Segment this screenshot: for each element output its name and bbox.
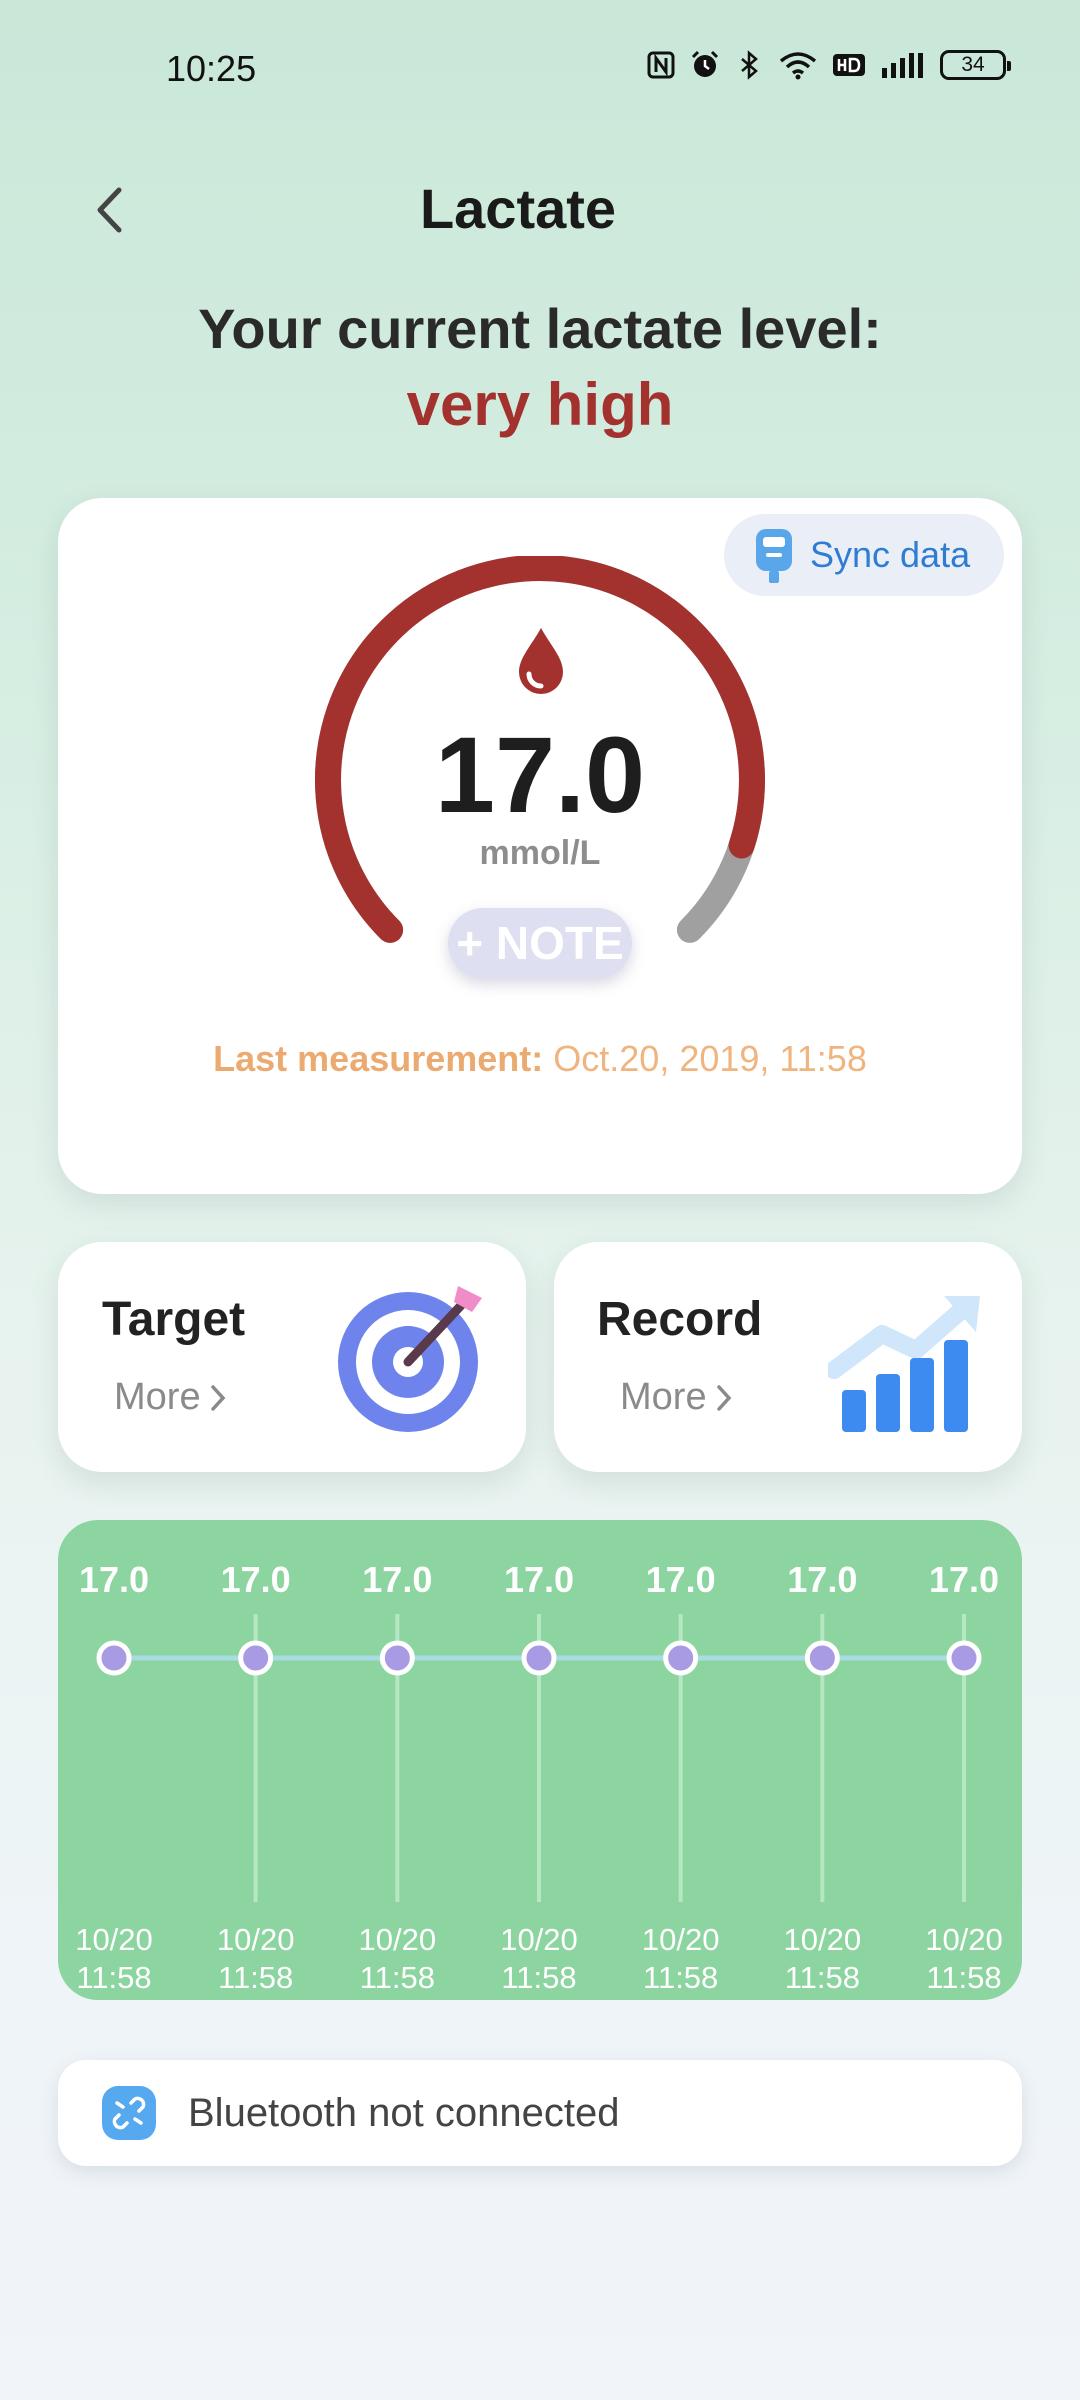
last-measurement-value: Oct.20, 2019, 11:58 [553, 1038, 867, 1079]
bar-chart-icon [828, 1296, 980, 1432]
chart-point [804, 1640, 840, 1676]
chart-date-label: 10/20 [784, 1922, 862, 1957]
chart-value-label: 17.0 [221, 1559, 291, 1600]
chart-value-label: 17.0 [362, 1559, 432, 1600]
nfc-icon [647, 51, 675, 79]
target-more-label: More [114, 1376, 201, 1418]
chart-time-label: 11:58 [76, 1960, 151, 1995]
target-title: Target [102, 1293, 246, 1346]
chart-value-label: 17.0 [646, 1559, 716, 1600]
chart-date-label: 10/20 [642, 1922, 720, 1957]
status-time: 10:25 [166, 48, 257, 89]
chart-time-label: 11:58 [501, 1960, 576, 1995]
bluetooth-status-icon [741, 50, 758, 80]
lactate-unit: mmol/L [479, 834, 601, 872]
bluetooth-status-text: Bluetooth not connected [188, 2090, 620, 2135]
record-more-label: More [620, 1376, 707, 1418]
trend-chart-svg: 17.010/2011:5817.010/2011:5817.010/2011:… [75, 1559, 1003, 1995]
chart-date-label: 10/20 [500, 1922, 578, 1957]
chart-date-label: 10/20 [925, 1922, 1003, 1957]
target-icon [338, 1286, 482, 1432]
bluetooth-unlink-icon [102, 2086, 156, 2140]
chart-date-label: 10/20 [217, 1922, 295, 1957]
chart-point [946, 1640, 982, 1676]
chart-value-label: 17.0 [504, 1559, 574, 1600]
page-title: Lactate [419, 177, 617, 240]
bluetooth-status-bar[interactable]: Bluetooth not connected [58, 2060, 1022, 2166]
chevron-right-icon [716, 1384, 731, 1411]
record-more-link[interactable]: More [620, 1376, 733, 1419]
chevron-right-icon [210, 1384, 225, 1411]
lactate-value: 17.0 [434, 714, 646, 835]
status-icons: 34 [646, 50, 1011, 80]
signal-4g-icon [882, 53, 923, 78]
level-status: very high [406, 371, 674, 438]
record-card[interactable]: Record More [554, 1242, 1022, 1472]
blood-drop-icon [519, 628, 563, 694]
sync-data-label: Sync data [810, 534, 971, 575]
chart-value-label: 17.0 [787, 1559, 857, 1600]
chart-time-label: 11:58 [218, 1960, 293, 1995]
level-headline: Your current lactate level: [198, 297, 882, 360]
target-more-link[interactable]: More [114, 1376, 227, 1419]
chart-time-label: 11:58 [785, 1960, 860, 1995]
last-measurement-label: Last measurement: [213, 1038, 544, 1079]
chart-date-label: 10/20 [359, 1922, 437, 1957]
add-note-button[interactable]: + NOTE [448, 908, 632, 978]
last-measurement: Last measurement: Oct.20, 2019, 11:58 [0, 1038, 1080, 1080]
chart-date-label: 10/20 [75, 1922, 153, 1957]
chart-point [96, 1640, 132, 1676]
chart-time-label: 11:58 [360, 1960, 435, 1995]
chart-point [521, 1640, 557, 1676]
chart-value-label: 17.0 [929, 1559, 999, 1600]
chart-value-label: 17.0 [79, 1559, 149, 1600]
target-card[interactable]: Target More [58, 1242, 526, 1472]
chart-point [238, 1640, 274, 1676]
alarm-icon [691, 50, 719, 77]
chart-point [379, 1640, 415, 1676]
record-title: Record [597, 1293, 763, 1346]
wifi-icon [779, 52, 817, 80]
chart-time-label: 11:58 [926, 1960, 1001, 1995]
trend-chart: 17.0 10/20 11:58 17.0 10/20 11:58 17.0 10/20 11:… [58, 1520, 1022, 2000]
chart-point [663, 1640, 699, 1676]
battery-indicator: 34 [940, 50, 1011, 80]
chart-time-label: 11:58 [643, 1960, 718, 1995]
hd-icon [833, 54, 865, 76]
